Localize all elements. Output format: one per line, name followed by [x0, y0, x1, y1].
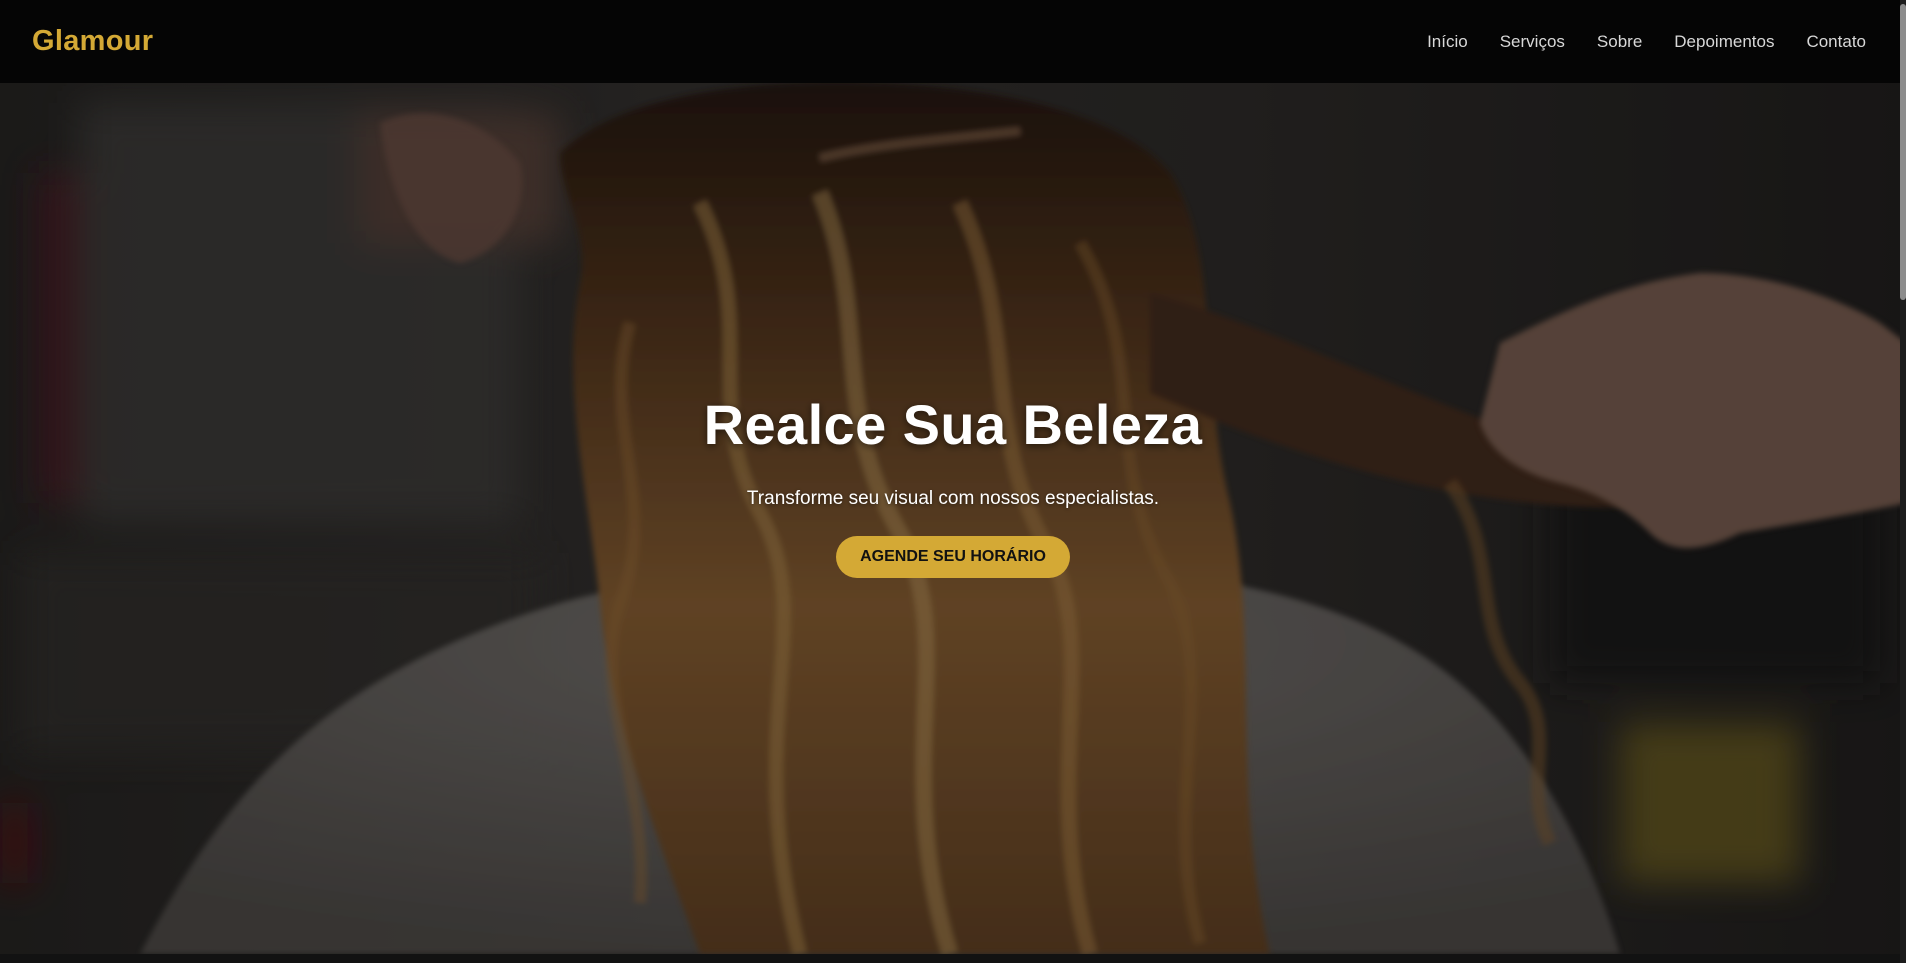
- section-divider: [0, 954, 1906, 963]
- nav-link-inicio[interactable]: Início: [1427, 32, 1468, 52]
- main-nav: Início Serviços Sobre Depoimentos Contat…: [1427, 32, 1874, 52]
- brand-logo[interactable]: Glamour: [32, 25, 153, 58]
- hero-content: Realce Sua Beleza Transforme seu visual …: [0, 83, 1906, 954]
- hero-title: Realce Sua Beleza: [703, 393, 1203, 456]
- nav-link-servicos[interactable]: Serviços: [1500, 32, 1565, 52]
- hero-subtitle: Transforme seu visual com nossos especia…: [746, 488, 1160, 509]
- hero-section: Realce Sua Beleza Transforme seu visual …: [0, 83, 1906, 954]
- nav-link-depoimentos[interactable]: Depoimentos: [1674, 32, 1774, 52]
- nav-link-sobre[interactable]: Sobre: [1597, 32, 1642, 52]
- page-scrollbar-thumb[interactable]: [1900, 4, 1906, 300]
- page: Glamour Início Serviços Sobre Depoimento…: [0, 0, 1906, 963]
- book-appointment-button[interactable]: AGENDE SEU HORÁRIO: [836, 536, 1070, 578]
- site-header: Glamour Início Serviços Sobre Depoimento…: [0, 0, 1906, 83]
- nav-link-contato[interactable]: Contato: [1806, 32, 1866, 52]
